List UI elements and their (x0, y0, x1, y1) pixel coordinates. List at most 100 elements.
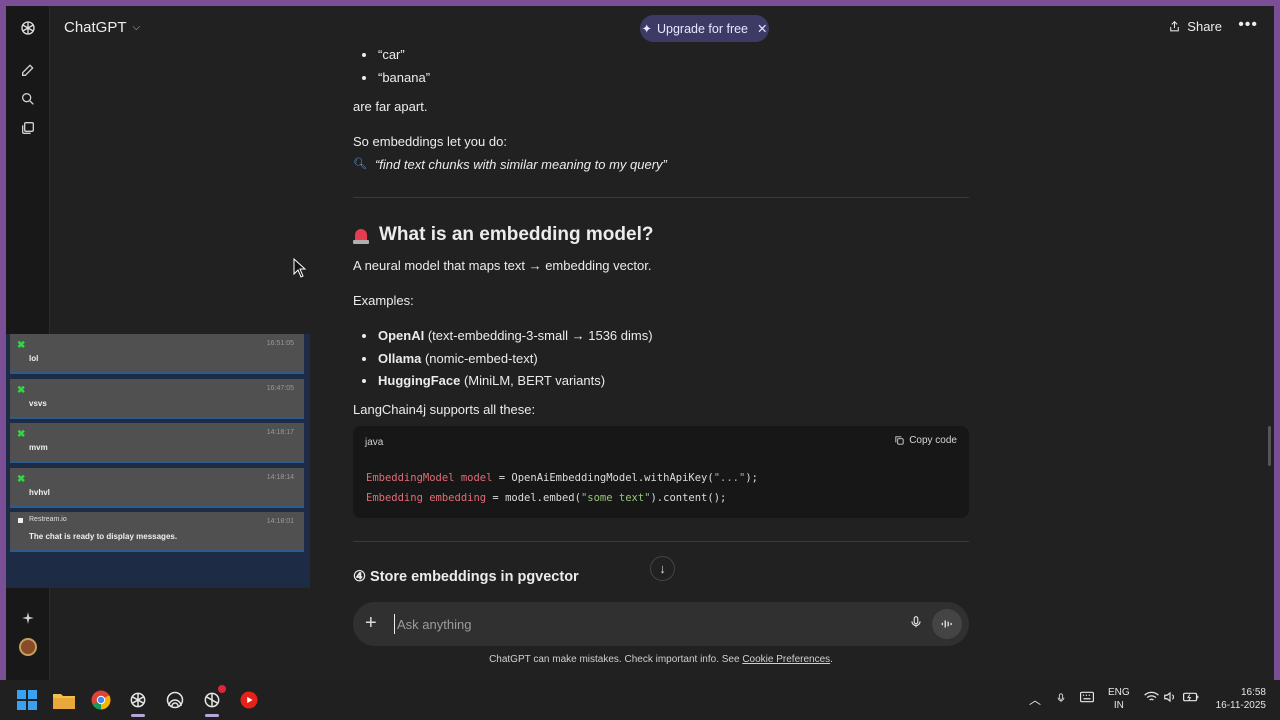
provider-detail: (MiniLM, BERT variants) (460, 373, 606, 388)
volume-icon[interactable] (1163, 691, 1177, 706)
search-icon[interactable] (17, 88, 39, 110)
restream-logo-icon (18, 518, 23, 523)
message-text: vsvs (29, 399, 47, 408)
query-quote: “find text chunks with similar meaning t… (374, 157, 667, 172)
clock-date: 16-11-2025 (1215, 700, 1266, 711)
attach-plus-icon[interactable]: + (365, 612, 377, 635)
upgrade-button[interactable]: ✦ Upgrade for free ✕ (640, 15, 769, 42)
voice-mode-button[interactable] (932, 609, 962, 639)
message-time: 14:18:17 (266, 429, 294, 436)
provider-name: Ollama (378, 350, 422, 366)
arrow-down-icon: ↓ (659, 561, 666, 576)
restream-badge-icon: ✖ (17, 385, 26, 396)
message-text: The chat is ready to display messages. (29, 532, 178, 541)
copy-code-button[interactable]: Copy code (894, 434, 957, 448)
share-label: Share (1187, 19, 1222, 34)
library-icon[interactable] (17, 117, 39, 139)
microphone-icon[interactable] (909, 614, 923, 635)
scrollbar[interactable] (1268, 426, 1271, 466)
section-heading: What is an embedding model? (353, 222, 653, 248)
list-item: Ollama (nomic-embed-text) (353, 350, 653, 373)
chat-system-message: Restream.io 14:18:01 The chat is ready t… (10, 512, 304, 552)
list-item: “car” (353, 46, 430, 69)
paragraph: A neural model that maps text → embeddin… (353, 258, 652, 273)
examples-list: OpenAI (text-embedding-3-small → 1536 di… (353, 327, 653, 395)
provider-name: OpenAI (378, 328, 425, 343)
cookie-preferences-link[interactable]: Cookie Preferences (742, 654, 830, 665)
divider (353, 541, 969, 542)
prompt-input[interactable] (394, 614, 874, 634)
lang-region: IN (1113, 700, 1124, 711)
windows-start-icon[interactable] (15, 688, 39, 712)
file-explorer-icon[interactable] (52, 688, 76, 712)
chat-message: ✖ 16:51:05 lol (10, 334, 304, 374)
restream-badge-icon: ✖ (17, 429, 26, 440)
lang-code: ENG (1108, 687, 1130, 698)
message-time: 16:47:05 (266, 385, 294, 392)
new-chat-icon[interactable] (17, 59, 39, 81)
more-options-icon[interactable]: ••• (1238, 16, 1258, 34)
app-icon[interactable] (163, 688, 187, 712)
paragraph: LangChain4j supports all these: (353, 402, 536, 417)
active-app-indicator (205, 714, 219, 717)
youtube-music-icon[interactable] (237, 688, 261, 712)
wifi-icon[interactable] (1144, 691, 1159, 706)
paragraph: Examples: (353, 293, 414, 308)
scroll-to-bottom-button[interactable]: ↓ (650, 556, 675, 581)
message-text: mvm (29, 443, 48, 452)
section-heading: ④ Store embeddings in pgvector (353, 569, 579, 585)
disclaimer-text: ChatGPT can make mistakes. Check importa… (489, 654, 743, 665)
list-item: HuggingFace (MiniLM, BERT variants) (353, 372, 653, 395)
code-language: java (365, 437, 384, 448)
section-title: What is an embedding model? (379, 224, 654, 245)
clock-time: 16:58 (1240, 687, 1266, 698)
restream-badge-icon: ✖ (17, 340, 26, 351)
provider-detail: (text-embedding-3-small → 1536 dims) (424, 328, 653, 343)
mouse-cursor-icon (293, 258, 307, 278)
chat-message: ✖ 14:18:14 hvhvl (10, 468, 304, 508)
provider-name: HuggingFace (378, 373, 461, 388)
openai-logo-icon[interactable] (17, 17, 39, 39)
paragraph: So embeddings let you do: (353, 134, 507, 149)
input-language[interactable]: ENG IN (1108, 686, 1130, 712)
keyboard-icon[interactable] (1080, 691, 1094, 706)
chatgpt-app-icon[interactable] (126, 688, 150, 712)
chrome-icon[interactable] (89, 688, 113, 712)
share-button[interactable]: Share (1168, 19, 1222, 34)
close-icon[interactable]: ✕ (757, 21, 767, 36)
sparkle-icon[interactable] (17, 607, 39, 629)
waveform-icon (941, 620, 952, 628)
system-clock[interactable]: 16:58 16-11-2025 (1206, 686, 1266, 712)
app-title: ChatGPT (64, 19, 127, 36)
app-icon-with-badge[interactable] (200, 685, 226, 712)
message-text: hvhvl (29, 488, 50, 497)
chevron-up-icon[interactable]: ︿ (1029, 691, 1041, 708)
code-content: EmbeddingModel model = OpenAiEmbeddingMo… (366, 472, 758, 504)
chat-message: ✖ 14:18:17 mvm (10, 423, 304, 463)
restream-badge-icon: ✖ (17, 474, 26, 485)
model-selector[interactable]: ChatGPT ⌵ (64, 19, 140, 36)
query-line: 🔍︎ “find text chunks with similar meanin… (353, 156, 667, 174)
disclaimer: ChatGPT can make mistakes. Check importa… (353, 654, 969, 665)
microphone-icon[interactable] (1056, 691, 1066, 708)
magnifier-icon: 🔍︎ (353, 158, 367, 171)
code-block: java Copy code EmbeddingModel model = Op… (353, 426, 969, 518)
copy-icon (895, 436, 904, 445)
share-icon (1170, 20, 1180, 32)
chevron-down-icon: ⌵ (132, 22, 141, 33)
composer: + (353, 602, 969, 646)
upgrade-label: Upgrade for free (656, 21, 749, 36)
message-text: lol (29, 354, 39, 363)
message-time: 14:18:01 (266, 518, 294, 525)
chat-message: ✖ 16:47:05 vsvs (10, 379, 304, 419)
notification-badge (218, 685, 226, 693)
siren-icon (353, 226, 369, 244)
copy-label: Copy code (909, 435, 957, 446)
message-source: Restream.io (29, 516, 67, 523)
list-item: OpenAI (text-embedding-3-small → 1536 di… (353, 327, 653, 350)
top-bar: ChatGPT ⌵ ✦ Upgrade for free ✕ Share ••• (50, 6, 1274, 50)
user-avatar[interactable] (17, 636, 39, 658)
message-time: 16:51:05 (266, 340, 294, 347)
battery-icon[interactable] (1183, 691, 1199, 706)
disclaimer-period: . (830, 654, 833, 665)
